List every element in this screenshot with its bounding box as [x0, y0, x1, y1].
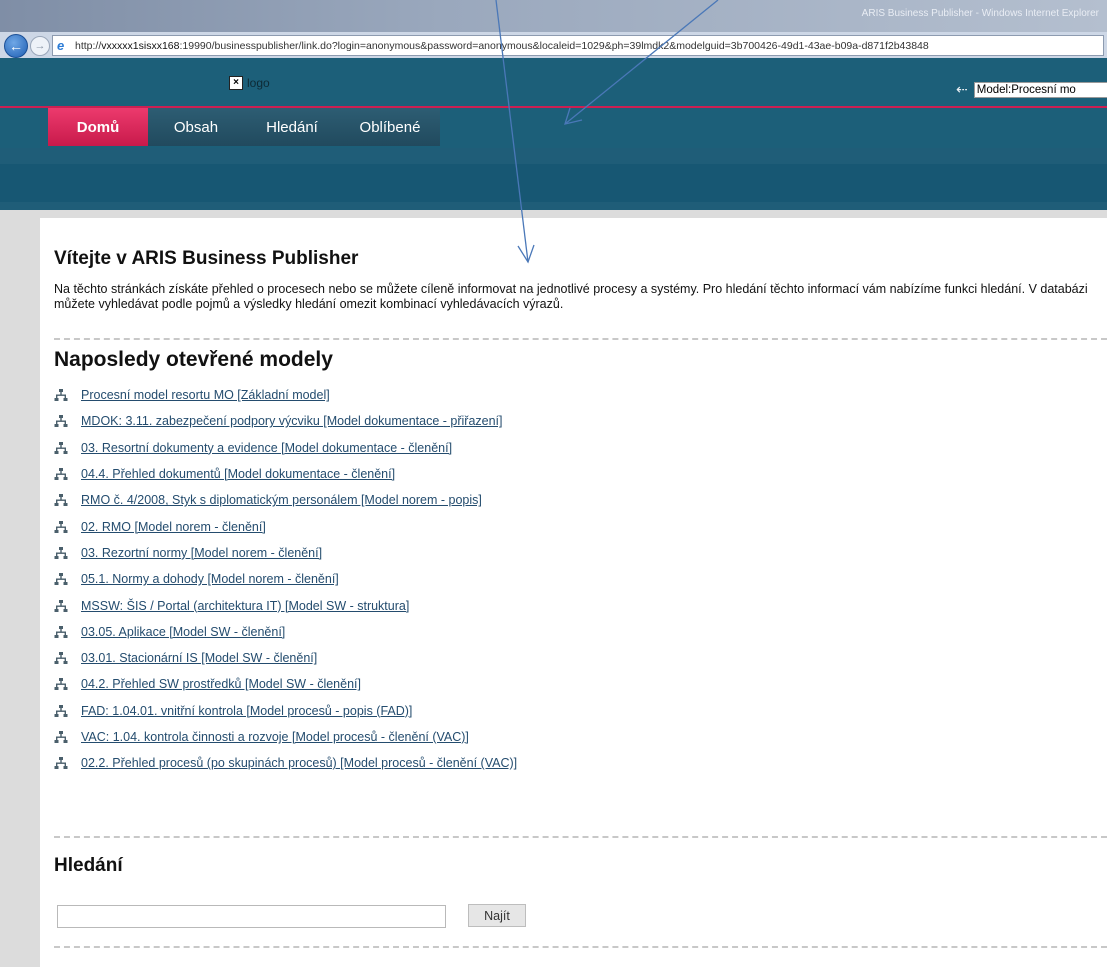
- list-item: FAD: 1.04.01. vnitřní kontrola [Model pr…: [54, 698, 517, 724]
- page-title: Vítejte v ARIS Business Publisher: [54, 248, 359, 269]
- model-link[interactable]: MDOK: 3.11. zabezpečení podpory výcviku …: [81, 414, 503, 428]
- list-item: 02.2. Přehled procesů (po skupinách proc…: [54, 750, 517, 776]
- model-link[interactable]: 03.05. Aplikace [Model SW - členění]: [81, 625, 285, 639]
- tabs-band: Domů Obsah Hledání Oblíbené: [0, 108, 1107, 148]
- logo: × logo: [229, 76, 270, 90]
- model-link[interactable]: 05.1. Normy a dohody [Model norem - člen…: [81, 572, 339, 586]
- list-item: 04.4. Přehled dokumentů [Model dokumenta…: [54, 461, 517, 487]
- model-hierarchy-icon: [54, 520, 68, 534]
- search-input[interactable]: [57, 905, 446, 928]
- model-hierarchy-icon: [54, 493, 68, 507]
- list-item: Procesní model resortu MO [Základní mode…: [54, 382, 517, 408]
- list-item: MSSW: ŠIS / Portal (architektura IT) [Mo…: [54, 592, 517, 618]
- list-item: 05.1. Normy a dohody [Model norem - člen…: [54, 566, 517, 592]
- model-hierarchy-icon: [54, 756, 68, 770]
- list-item: VAC: 1.04. kontrola činnosti a rozvoje […: [54, 724, 517, 750]
- main-content: Vítejte v ARIS Business Publisher Na těc…: [40, 218, 1107, 967]
- arrow-left-icon[interactable]: ⇠: [956, 81, 968, 98]
- url-field[interactable]: e http://vxxxxx1sisxx168:19990/businessp…: [52, 35, 1104, 56]
- browser-titlebar: ARIS Business Publisher - Windows Intern…: [0, 0, 1107, 32]
- recent-models-list: Procesní model resortu MO [Základní mode…: [54, 382, 517, 776]
- logo-text: logo: [247, 76, 270, 90]
- list-item: 03. Resortní dokumenty a evidence [Model…: [54, 435, 517, 461]
- model-link[interactable]: VAC: 1.04. kontrola činnosti a rozvoje […: [81, 730, 469, 744]
- browser-addressbar: ← → e http://vxxxxx1sisxx168:19990/busin…: [0, 32, 1107, 59]
- divider: [54, 338, 1107, 340]
- model-hierarchy-icon: [54, 467, 68, 481]
- model-link[interactable]: 04.4. Přehled dokumentů [Model dokumenta…: [81, 467, 395, 481]
- search-title: Hledání: [54, 855, 123, 876]
- tab-home[interactable]: Domů: [48, 108, 148, 146]
- model-hierarchy-icon: [54, 388, 68, 402]
- model-link[interactable]: FAD: 1.04.01. vnitřní kontrola [Model pr…: [81, 704, 412, 718]
- model-hierarchy-icon: [54, 704, 68, 718]
- sub-navigation-strip: [0, 164, 1107, 202]
- list-item: 02. RMO [Model norem - členění]: [54, 513, 517, 539]
- find-button[interactable]: Najít: [468, 904, 526, 927]
- url-text: http://vxxxxx1sisxx168:19990/businesspub…: [75, 39, 929, 52]
- model-hierarchy-icon: [54, 599, 68, 613]
- list-item: 04.2. Přehled SW prostředků [Model SW - …: [54, 671, 517, 697]
- app-header: × logo ⇠: [0, 58, 1107, 108]
- tab-favorites[interactable]: Oblíbené: [340, 108, 440, 146]
- forward-arrow-icon[interactable]: →: [30, 36, 50, 56]
- list-item: MDOK: 3.11. zabezpečení podpory výcviku …: [54, 408, 517, 434]
- model-hierarchy-icon: [54, 625, 68, 639]
- model-hierarchy-icon: [54, 572, 68, 586]
- recent-models-title: Naposledy otevřené modely: [54, 348, 333, 371]
- browser-title: ARIS Business Publisher - Windows Intern…: [861, 8, 1099, 19]
- model-selector: ⇠: [956, 81, 1107, 98]
- model-link[interactable]: 04.2. Přehled SW prostředků [Model SW - …: [81, 677, 361, 691]
- tab-contents[interactable]: Obsah: [148, 108, 244, 146]
- sub-navigation-band: [0, 148, 1107, 210]
- model-hierarchy-icon: [54, 677, 68, 691]
- model-hierarchy-icon: [54, 651, 68, 665]
- tab-bar: Domů Obsah Hledání Oblíbené: [48, 108, 440, 146]
- model-link[interactable]: MSSW: ŠIS / Portal (architektura IT) [Mo…: [81, 599, 409, 613]
- broken-image-icon: ×: [229, 76, 243, 90]
- list-item: 03.01. Stacionární IS [Model SW - členěn…: [54, 645, 517, 671]
- list-item: RMO č. 4/2008, Styk s diplomatickým pers…: [54, 487, 517, 513]
- model-link[interactable]: 03. Resortní dokumenty a evidence [Model…: [81, 441, 452, 455]
- tab-search[interactable]: Hledání: [244, 108, 340, 146]
- list-item: 03. Rezortní normy [Model norem - členěn…: [54, 540, 517, 566]
- model-link[interactable]: 03.01. Stacionární IS [Model SW - členěn…: [81, 651, 317, 665]
- model-hierarchy-icon: [54, 414, 68, 428]
- model-link[interactable]: 02. RMO [Model norem - členění]: [81, 520, 266, 534]
- welcome-text: Na těchto stránkách získáte přehled o pr…: [54, 282, 1088, 311]
- divider: [54, 836, 1107, 838]
- model-hierarchy-icon: [54, 730, 68, 744]
- model-hierarchy-icon: [54, 546, 68, 560]
- ie-icon: e: [57, 37, 65, 53]
- model-link[interactable]: 03. Rezortní normy [Model norem - členěn…: [81, 546, 322, 560]
- model-link[interactable]: 02.2. Přehled procesů (po skupinách proc…: [81, 756, 517, 770]
- divider: [54, 946, 1107, 948]
- model-field[interactable]: [973, 81, 1107, 98]
- list-item: 03.05. Aplikace [Model SW - členění]: [54, 619, 517, 645]
- back-arrow-icon[interactable]: ←: [4, 34, 28, 58]
- model-hierarchy-icon: [54, 441, 68, 455]
- model-link[interactable]: Procesní model resortu MO [Základní mode…: [81, 388, 330, 402]
- model-link[interactable]: RMO č. 4/2008, Styk s diplomatickým pers…: [81, 493, 482, 507]
